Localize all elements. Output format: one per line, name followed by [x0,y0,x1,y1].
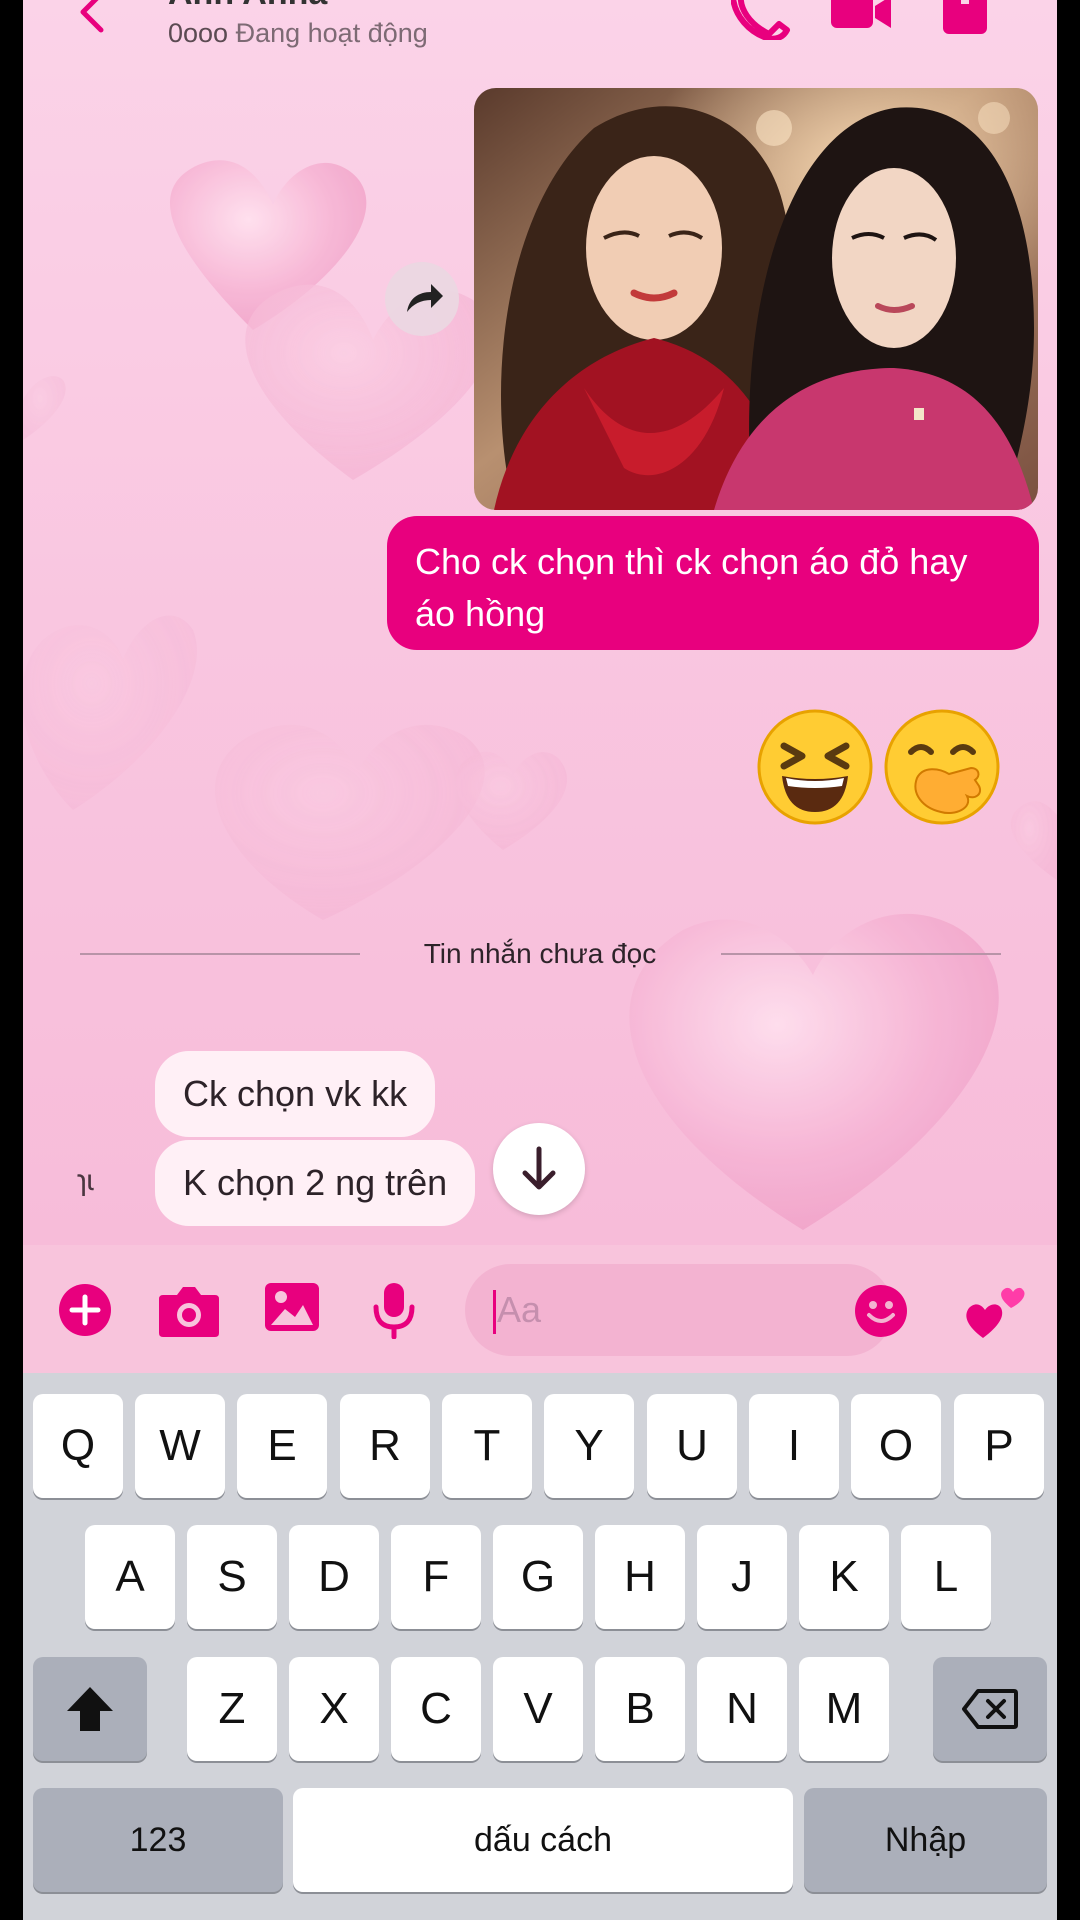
sent-photo[interactable] [474,88,1038,510]
forward-arrow-icon [407,284,443,312]
video-call-icon[interactable] [829,0,895,34]
emoji-picker-icon[interactable] [855,1285,907,1337]
keyboard: Q W E R T Y U I O P A S D F G H J K L Z … [23,1373,1057,1920]
key-h[interactable]: H [595,1525,685,1629]
enter-key[interactable]: Nhập [804,1788,1047,1892]
plus-icon[interactable] [58,1283,112,1337]
key-f[interactable]: F [391,1525,481,1629]
key-l[interactable]: L [901,1525,991,1629]
hand-over-mouth-emoji[interactable] [883,708,1001,826]
received-message-bubble[interactable]: Ck chọn vk kk [155,1051,436,1137]
arrow-down-icon [522,1146,556,1190]
key-p[interactable]: P [954,1394,1044,1498]
status-prefix: 0ooo [168,18,229,48]
key-k[interactable]: K [799,1525,889,1629]
key-u[interactable]: U [647,1394,737,1498]
key-b[interactable]: B [595,1657,685,1761]
key-s[interactable]: S [187,1525,277,1629]
key-i[interactable]: I [749,1394,839,1498]
key-x[interactable]: X [289,1657,379,1761]
key-n[interactable]: N [697,1657,787,1761]
key-d[interactable]: D [289,1525,379,1629]
message-input[interactable]: Aa [465,1264,893,1356]
two-hearts-like-icon[interactable] [963,1280,1029,1340]
numbers-key[interactable]: 123 [33,1788,283,1892]
message-input-placeholder: Aa [497,1289,542,1330]
scroll-to-bottom-button[interactable] [493,1123,585,1215]
key-c[interactable]: C [391,1657,481,1761]
microphone-icon[interactable] [373,1283,415,1339]
key-t[interactable]: T [442,1394,532,1498]
key-y[interactable]: Y [544,1394,634,1498]
key-j[interactable]: J [697,1525,787,1629]
space-key[interactable]: dấu cách [293,1788,793,1892]
key-e[interactable]: E [237,1394,327,1498]
laughing-emoji[interactable] [756,708,874,826]
laughing-face-icon [757,709,873,825]
unread-divider-label: Tin nhắn chưa đọc [423,938,657,969]
received-message-bubble[interactable]: K chọn 2 ng trên [155,1140,476,1226]
key-w[interactable]: W [135,1394,225,1498]
phone-screen: Anh Anna 0ooo Đang hoạt động [23,0,1057,1920]
key-o[interactable]: O [851,1394,941,1498]
contact-name[interactable]: Anh Anna [168,0,327,13]
photo-two-women [474,88,1038,510]
back-chevron-icon[interactable] [73,0,113,40]
forward-button[interactable] [385,262,459,336]
key-m[interactable]: M [799,1657,889,1761]
shift-key[interactable] [33,1657,147,1761]
key-g[interactable]: G [493,1525,583,1629]
backspace-key[interactable] [933,1657,1047,1761]
status-label: Đang hoạt động [235,18,428,48]
chat-header: Anh Anna 0ooo Đang hoạt động [23,0,1057,70]
key-z[interactable]: Z [187,1657,277,1761]
gallery-icon[interactable] [265,1283,319,1333]
sender-avatar[interactable]: ɿɩ [77,1164,94,1198]
active-status: 0ooo Đang hoạt động [168,18,428,49]
shift-arrow-icon [67,1687,113,1731]
hand-over-mouth-icon [884,709,1000,825]
key-v[interactable]: V [493,1657,583,1761]
key-q[interactable]: Q [33,1394,123,1498]
backspace-icon [962,1689,1018,1729]
sent-message-bubble[interactable]: Cho ck chọn thì ck chọn áo đỏ hay áo hồn… [387,516,1039,650]
camera-icon[interactable] [159,1283,219,1337]
key-r[interactable]: R [340,1394,430,1498]
phone-call-icon[interactable] [731,0,791,40]
text-caret [493,1290,496,1334]
key-a[interactable]: A [85,1525,175,1629]
info-icon[interactable] [943,0,987,40]
